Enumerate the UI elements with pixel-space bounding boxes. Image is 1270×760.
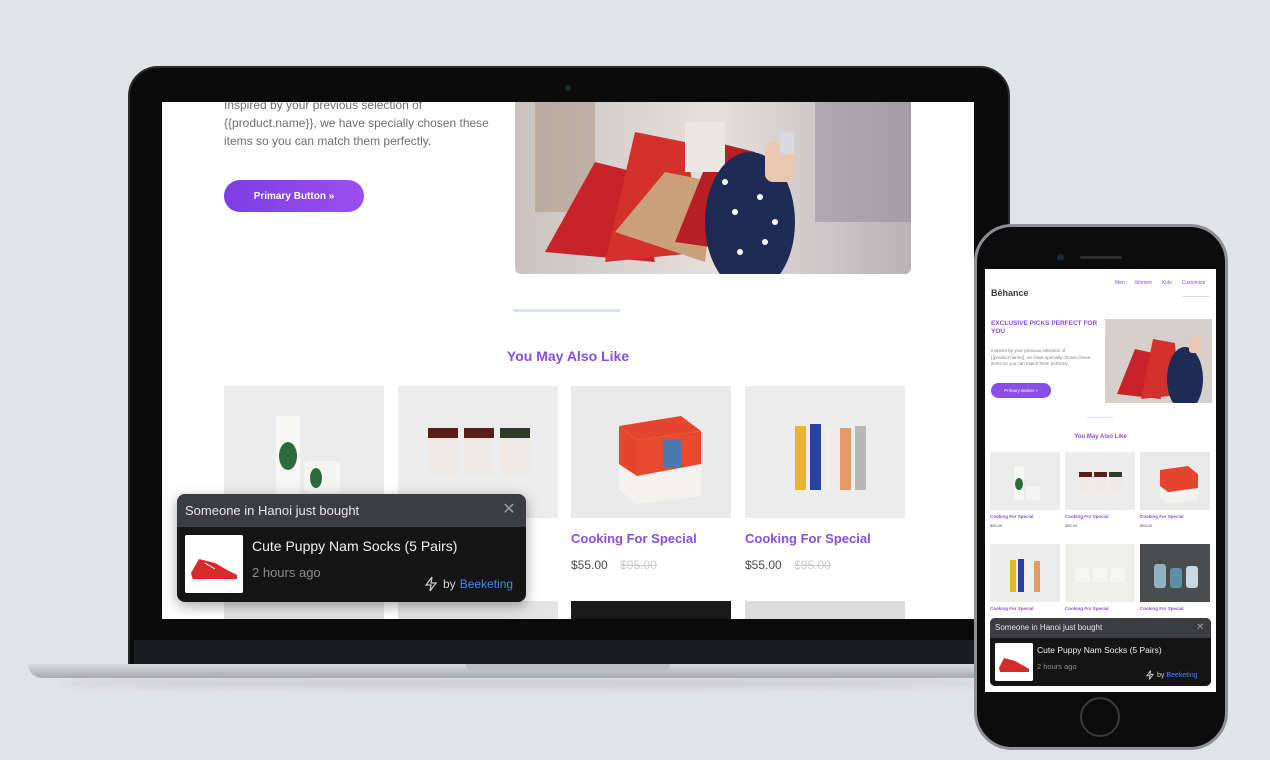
- product-old-price: $95.00: [794, 558, 831, 572]
- product-card[interactable]: Cooking For Special $55.00: [1140, 452, 1210, 528]
- shoe-thumbnail: [185, 535, 243, 593]
- hero-description: Inspired by your previous selection of {…: [224, 102, 489, 148]
- product-price: $55.00: [990, 523, 1003, 528]
- beeketing-link[interactable]: Beeketing: [460, 577, 513, 591]
- candles-icon: [1065, 544, 1135, 602]
- brand-logo[interactable]: Bēhance: [991, 288, 1029, 298]
- laptop-bezel: [134, 640, 1004, 664]
- webcam-icon: [565, 85, 571, 91]
- front-camera-icon: [1057, 254, 1064, 261]
- phone-screen: Bēhance Men Women Kids Customize EXCLUSI…: [985, 269, 1216, 692]
- purchase-notification[interactable]: Someone in Hanoi just bought ✕ Cute Pupp…: [990, 618, 1211, 686]
- product-card[interactable]: Cooking For Special $55.00 $95.00: [745, 386, 905, 574]
- product-title[interactable]: Cooking For Special: [745, 531, 905, 546]
- beeketing-link[interactable]: Beeketing: [1166, 672, 1197, 679]
- red-box-icon: [1140, 452, 1210, 510]
- product-card[interactable]: Cooking For Special: [990, 544, 1060, 611]
- product-old-price: $95.00: [620, 558, 657, 572]
- product-title[interactable]: Cooking For Special: [1065, 606, 1135, 611]
- nav-men[interactable]: Men: [1115, 280, 1125, 286]
- product-card[interactable]: [224, 601, 384, 619]
- product-title[interactable]: Cooking For Special: [1140, 606, 1210, 611]
- hero-description: Inspired by your previous selection of {…: [991, 348, 1091, 366]
- nav-underline: [1183, 296, 1209, 297]
- laptop-shadow: [60, 678, 990, 688]
- powered-by: by Beeketing: [423, 576, 513, 592]
- close-icon[interactable]: ✕: [1196, 622, 1204, 633]
- section-divider: [1087, 417, 1113, 418]
- notification-time: 2 hours ago: [1037, 662, 1077, 671]
- product-price: $55.00: [1140, 523, 1153, 528]
- product-card[interactable]: Cooking For Special: [1065, 544, 1135, 611]
- powered-by-label: by: [1157, 671, 1165, 679]
- product-card[interactable]: Cooking For Special: [1140, 544, 1210, 611]
- skincare-tube-icon: [990, 452, 1060, 510]
- hero-image-shopping-bags: [1105, 319, 1212, 403]
- bottles-icon: [745, 386, 905, 518]
- shoe-thumbnail: [995, 643, 1033, 681]
- section-title: You May Also Like: [506, 348, 630, 364]
- notification-product[interactable]: Cute Puppy Nam Socks (5 Pairs): [1037, 645, 1162, 655]
- product-title[interactable]: Cooking For Special: [990, 514, 1060, 519]
- section-divider: [513, 309, 621, 312]
- product-title[interactable]: Cooking For Special: [1065, 514, 1135, 519]
- product-price: $55.00: [571, 558, 608, 572]
- product-title[interactable]: Cooking For Special: [571, 531, 731, 546]
- product-price: $55.00: [745, 558, 782, 572]
- product-card[interactable]: Cooking For Special $55.00: [1065, 452, 1135, 528]
- hero-image-shopping-bags: [515, 102, 911, 274]
- section-title: You May Also Like: [1074, 434, 1127, 440]
- product-card[interactable]: [571, 601, 731, 619]
- lightning-icon: [1145, 670, 1155, 680]
- primary-button[interactable]: Primary Button »: [991, 383, 1051, 398]
- jam-jars-icon: [1065, 452, 1135, 510]
- notification-header: Someone in Hanoi just bought: [177, 494, 526, 527]
- product-price: $55.00: [1065, 523, 1078, 528]
- product-card[interactable]: Cooking For Special $55.00: [990, 452, 1060, 528]
- bottles-icon: [990, 544, 1060, 602]
- lightning-icon: [424, 576, 438, 592]
- powered-by: by Beeketing: [1145, 670, 1198, 680]
- product-title[interactable]: Cooking For Special: [990, 606, 1060, 611]
- notification-time: 2 hours ago: [252, 565, 321, 580]
- primary-button[interactable]: Primary Button »: [224, 180, 364, 212]
- phone-nav: Men Women Kids Customize: [1115, 280, 1205, 286]
- notification-header: Someone in Hanoi just bought: [990, 618, 1211, 638]
- ceramic-jars-icon: [1140, 544, 1210, 602]
- product-title[interactable]: Cooking For Special: [1140, 514, 1210, 519]
- purchase-notification[interactable]: Someone in Hanoi just bought ✕ Cute Pupp…: [177, 494, 526, 602]
- laptop-notch: [466, 664, 670, 671]
- notification-product[interactable]: Cute Puppy Nam Socks (5 Pairs): [252, 538, 457, 554]
- product-card[interactable]: Cooking For Special $55.00 $95.00: [571, 386, 731, 574]
- phone-speaker: [1080, 256, 1122, 259]
- close-icon[interactable]: ✕: [499, 500, 519, 520]
- product-card[interactable]: [398, 601, 558, 619]
- red-box-icon: [571, 386, 731, 518]
- home-button[interactable]: [1080, 697, 1120, 737]
- nav-kids[interactable]: Kids: [1162, 280, 1172, 286]
- nav-women[interactable]: Women: [1135, 280, 1152, 286]
- nav-customize[interactable]: Customize: [1182, 280, 1206, 286]
- product-card[interactable]: [745, 601, 905, 619]
- hero-headline: EXCLUSIVE PICKS PERFECT FOR YOU: [991, 320, 1098, 335]
- powered-by-label: by: [443, 577, 456, 591]
